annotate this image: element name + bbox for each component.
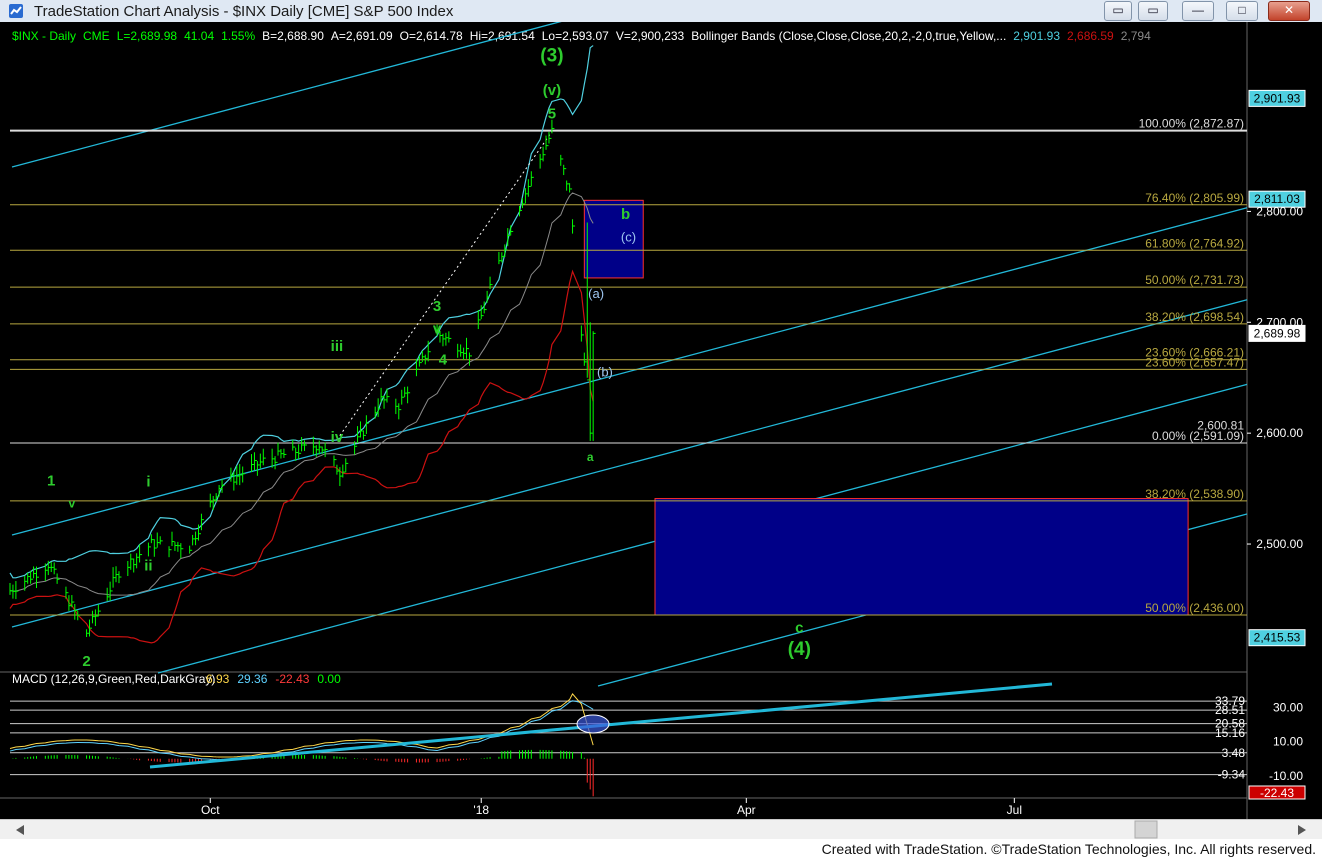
wave-label: 5: [548, 105, 556, 122]
macd-last-value-text: -22.43: [1260, 786, 1294, 800]
bollinger-upper-band: [9, 45, 594, 579]
bollinger-mid-band: [9, 192, 594, 596]
copyright-text: Created with TradeStation. ©TradeStation…: [821, 841, 1316, 857]
scroll-left-arrow-icon[interactable]: [16, 825, 24, 835]
fib-level-label: 50.00% (2,436.00): [1145, 601, 1244, 615]
price-label: 2,600.81: [1197, 418, 1244, 432]
toolbar-extra-button-2[interactable]: ▭: [1138, 1, 1168, 21]
window-titlebar: TradeStation Chart Analysis - $INX Daily…: [0, 0, 1322, 23]
macd-level-label: 28.51: [1215, 703, 1245, 717]
fib-level-label: 50.00% (2,731.73): [1145, 273, 1244, 287]
bollinger-lower-band: [9, 269, 594, 644]
wave-label: c: [795, 620, 803, 637]
exchange-label: CME: [83, 29, 110, 43]
sub-wave-label: (b): [597, 365, 613, 380]
price-chart[interactable]: $INX - Daily CME L=2,689.98 41.04 1.55% B=2,6…: [0, 22, 1322, 819]
wave-label: v: [433, 320, 442, 337]
low-price: Lo=2,593.07: [542, 29, 609, 43]
window-title: TradeStation Chart Analysis - $INX Daily…: [34, 3, 454, 20]
wave-label: iii: [331, 338, 344, 355]
wave-label: (4): [788, 639, 811, 660]
wave-label: (3): [540, 46, 563, 67]
sub-wave-label: (a): [588, 286, 604, 301]
price-axis-label: 2,500.00: [1256, 537, 1303, 551]
wave-label: v: [69, 496, 76, 510]
macd-axis-label: 30.00: [1273, 701, 1303, 715]
close-button[interactable]: ✕: [1268, 1, 1310, 21]
symbol-label: $INX - Daily: [12, 29, 76, 43]
wave-label: b: [621, 206, 630, 223]
last-price: L=2,689.98: [117, 29, 178, 43]
fib-level-label: 100.00% (2,872.87): [1139, 117, 1244, 131]
pct-change: 1.55%: [221, 29, 255, 43]
time-axis-label: Oct: [201, 803, 220, 817]
fib-level-label: 61.80% (2,764.92): [1145, 236, 1244, 250]
toolbar-extra-button[interactable]: ▭: [1104, 1, 1132, 21]
scrollbar-track[interactable]: [0, 820, 1322, 840]
indicator-value: 2,686.59: [1067, 29, 1114, 43]
bid-price: B=2,688.90: [262, 29, 324, 43]
macd-axis-label: 10.00: [1273, 735, 1303, 749]
wave-label: i: [146, 473, 150, 490]
macd-level-label: -9.34: [1218, 768, 1246, 782]
open-price: O=2,614.78: [400, 29, 463, 43]
value-tag-text: 2,689.98: [1254, 326, 1301, 340]
macd-value: 29.36: [237, 672, 267, 686]
scroll-thumb[interactable]: [1134, 820, 1158, 839]
macd-level-label: 3.48: [1222, 746, 1246, 760]
value-tag-text: 2,901.93: [1254, 91, 1301, 105]
value-tag-text: 2,811.03: [1254, 192, 1300, 206]
indicator-value: 2,901.93: [1013, 29, 1060, 43]
dotted-trendline: [336, 131, 553, 441]
sub-wave-label: (c): [621, 229, 636, 244]
time-axis-label: '18: [473, 803, 489, 817]
net-change: 41.04: [184, 29, 214, 43]
wave-label: a: [587, 450, 594, 464]
macd-axis-label: -10.00: [1269, 769, 1303, 783]
ask-price: A=2,691.09: [331, 29, 393, 43]
fib-level-label: 76.40% (2,805.99): [1145, 191, 1244, 205]
wave-label: 1: [47, 472, 55, 489]
wave-label: (v): [543, 82, 561, 99]
macd-highlight-ellipse: [576, 714, 610, 734]
macd-value: 6.93: [206, 672, 230, 686]
indicator-value: 2,794: [1121, 29, 1151, 43]
fib-level-label: 38.20% (2,698.54): [1145, 310, 1244, 324]
fib-level-label: 23.60% (2,657.47): [1145, 355, 1244, 369]
price-axis-label: 2,600.00: [1256, 426, 1303, 440]
macd-title: MACD (12,26,9,Green,Red,DarkGray): [12, 672, 215, 686]
horizontal-scrollbar[interactable]: [0, 819, 1322, 840]
macd-level-label: 15.16: [1215, 726, 1245, 740]
minimize-button[interactable]: —: [1182, 1, 1214, 21]
value-tag-text: 2,415.53: [1254, 631, 1301, 645]
chart-area[interactable]: $INX - Daily CME L=2,689.98 41.04 1.55% B=2,6…: [0, 22, 1322, 819]
channel-line: [11, 22, 562, 168]
fib-level-label: 38.20% (2,538.90): [1145, 487, 1244, 501]
target-zone-box: [654, 498, 1189, 616]
wave-label: iv: [331, 429, 344, 446]
wave-label: 3: [433, 298, 441, 315]
wave-label: 4: [439, 351, 448, 368]
wave-label: 2: [82, 653, 90, 670]
scroll-right-arrow-icon[interactable]: [1298, 825, 1306, 835]
time-axis-label: Apr: [737, 803, 756, 817]
tradestation-app-icon: [9, 4, 23, 18]
indicator-label: Bollinger Bands (Close,Close,Close,20,2,…: [691, 29, 1006, 43]
footer: Created with TradeStation. ©TradeStation…: [0, 839, 1322, 858]
macd-line: [9, 693, 594, 758]
macd-value: 0.00: [317, 672, 341, 686]
time-axis-label: Jul: [1007, 803, 1022, 817]
volume-value: V=2,900,233: [616, 29, 685, 43]
maximize-button[interactable]: □: [1226, 1, 1258, 21]
macd-value: -22.43: [275, 672, 309, 686]
wave-label: ii: [144, 558, 152, 575]
